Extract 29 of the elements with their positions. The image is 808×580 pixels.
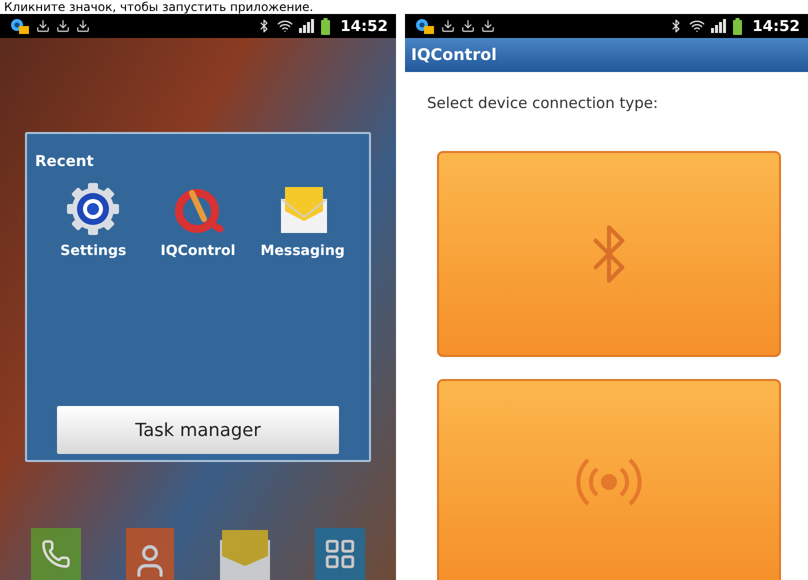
recent-app[interactable]: Settings (43, 180, 144, 262)
signal-icon (711, 19, 728, 33)
connection-option-button[interactable] (437, 150, 781, 356)
download-icon (76, 19, 90, 33)
status-time: 14:52 (340, 16, 388, 37)
recent-app[interactable]: IQControl (148, 180, 248, 262)
envelope-app-icon[interactable] (220, 528, 270, 580)
download-icon (461, 19, 475, 33)
task-manager-button[interactable]: Task manager (57, 406, 339, 454)
download-icon (36, 19, 50, 33)
app-title: IQControl (411, 44, 497, 66)
download-icon (481, 19, 495, 33)
contacts-app-icon[interactable] (126, 528, 174, 580)
recent-app[interactable]: Messaging (252, 180, 353, 262)
status-time: 14:52 (752, 16, 800, 37)
prompt-text: Select device connection type: (427, 93, 660, 114)
signal-icon (299, 19, 316, 33)
caption-text: Кликните значок, чтобы запустить приложение. (4, 0, 314, 14)
download-icon (56, 19, 70, 33)
battery-icon (733, 18, 742, 34)
app-grid-icon[interactable] (314, 528, 365, 580)
battery-icon (321, 18, 330, 34)
gear-icon (65, 180, 122, 236)
dialog-title: Recent (35, 151, 95, 172)
wifi-icon (689, 18, 706, 34)
phone-app-icon[interactable] (31, 528, 81, 580)
download-icon (441, 19, 455, 33)
connection-option-button[interactable] (437, 378, 781, 580)
wifi-icon (277, 18, 294, 34)
